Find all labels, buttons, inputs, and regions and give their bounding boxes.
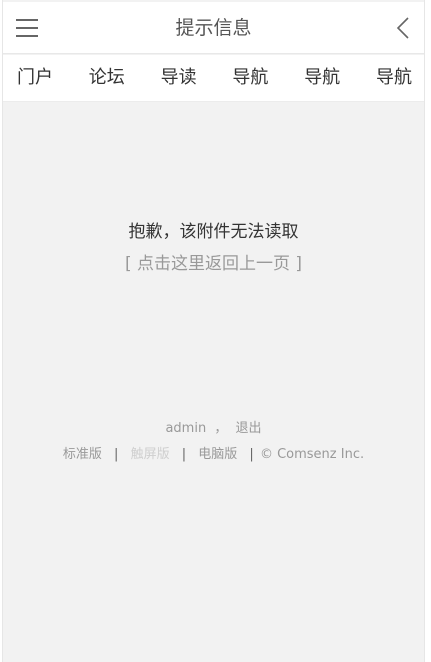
header-bar: 提示信息	[3, 2, 424, 54]
logout-link[interactable]: 退出	[236, 421, 262, 436]
error-message: 抱歉，该附件无法读取	[128, 222, 299, 242]
nav-item-navigation-2[interactable]: 导航	[304, 66, 340, 90]
message-box: 抱歉，该附件无法读取 [ 点击这里返回上一页 ]	[3, 220, 424, 276]
chevron-left-icon[interactable]	[394, 17, 414, 39]
footer-version-row: 标准版 | 触屏版 | 电脑版 | © Comsenz Inc.	[3, 446, 424, 464]
footer: admin ， 退出 标准版 | 触屏版 | 电脑版 | © Comsenz I…	[3, 420, 424, 464]
username-link[interactable]: admin	[165, 421, 206, 436]
back-link[interactable]: [ 点击这里返回上一页 ]	[3, 252, 424, 276]
top-nav: 门户 论坛 导读 导航 导航 导航	[3, 55, 424, 102]
footer-separator: |	[249, 447, 254, 462]
page-title: 提示信息	[175, 17, 252, 39]
footer-separator: |	[114, 447, 119, 462]
footer-comma: ，	[214, 421, 228, 436]
nav-item-portal[interactable]: 门户	[17, 66, 53, 90]
nav-item-navigation-1[interactable]: 导航	[232, 66, 268, 90]
nav-item-forum[interactable]: 论坛	[89, 66, 125, 90]
pc-version-link[interactable]: 电脑版	[198, 447, 237, 462]
nav-item-guide[interactable]: 导读	[161, 66, 197, 90]
footer-user-row: admin ， 退出	[3, 420, 424, 438]
touch-version-link[interactable]: 触屏版	[131, 447, 170, 462]
standard-version-link[interactable]: 标准版	[63, 447, 102, 462]
page: 提示信息 门户 论坛 导读 导航 导航 导航 抱歉，该附件无法读取 [ 点击这里…	[2, 0, 425, 662]
nav-item-navigation-3[interactable]: 导航	[376, 66, 412, 90]
footer-separator: |	[181, 447, 187, 462]
copyright-text: © Comsenz Inc.	[259, 447, 365, 462]
